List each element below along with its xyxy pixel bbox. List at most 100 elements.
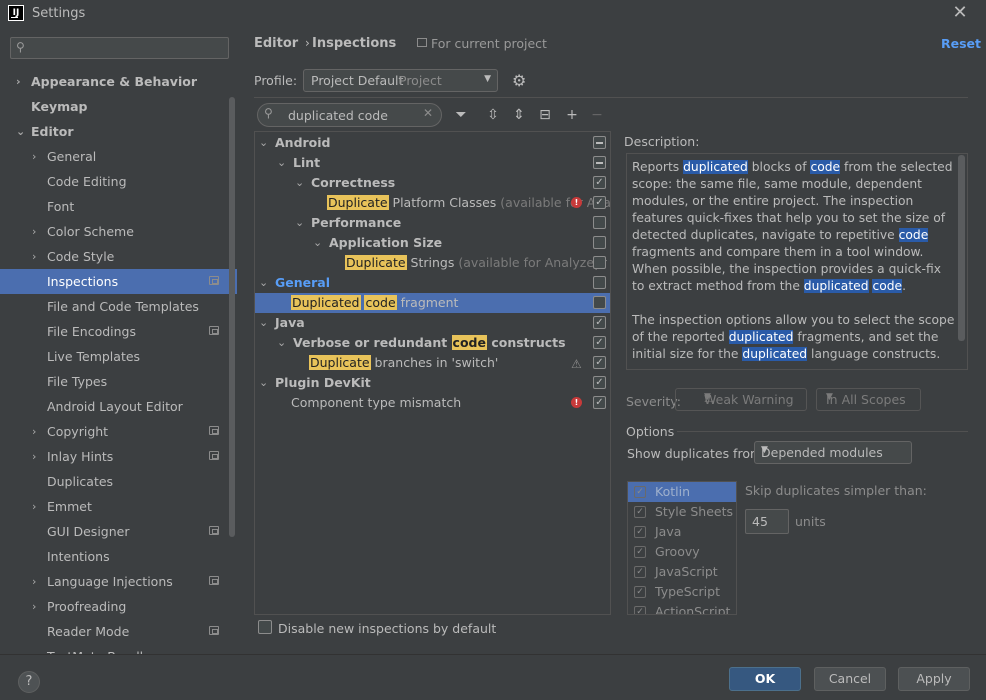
sidebar-item-duplicates[interactable]: Duplicates xyxy=(0,469,237,494)
sidebar-item-proofreading[interactable]: › Proofreading xyxy=(0,594,237,619)
sidebar-item-file-types[interactable]: File Types xyxy=(0,369,237,394)
help-button[interactable]: ? xyxy=(18,671,40,693)
language-item[interactable]: ✓ Style Sheets xyxy=(628,502,736,522)
sidebar-item-file-and-code-templates[interactable]: File and Code Templates xyxy=(0,294,237,319)
chevron-down-icon[interactable]: ⌄ xyxy=(259,313,268,333)
inspection-row[interactable]: ⌄ Performance xyxy=(255,213,610,233)
chevron-right-icon[interactable]: › xyxy=(32,494,44,519)
sidebar-item-textmate-bundles[interactable]: TextMate Bundles xyxy=(0,644,237,654)
inspection-filter-input[interactable]: ⚲ duplicated code ✕ xyxy=(257,103,442,127)
chevron-right-icon[interactable]: › xyxy=(32,244,44,269)
language-item[interactable]: ✓ ActionScript xyxy=(628,602,736,614)
chevron-right-icon[interactable]: › xyxy=(32,569,44,594)
inspection-checkbox[interactable] xyxy=(593,376,606,389)
scope-dropdown[interactable]: In All Scopes ▼ xyxy=(816,388,921,411)
reset-link[interactable]: Reset xyxy=(941,36,981,51)
inspection-row[interactable]: Component type mismatch! xyxy=(255,393,610,413)
inspection-row[interactable]: ⌄ Java xyxy=(255,313,610,333)
chevron-right-icon[interactable]: › xyxy=(16,69,28,94)
inspection-row[interactable]: Duplicate Platform Classes (available fo… xyxy=(255,193,610,213)
chevron-down-icon[interactable]: ⌄ xyxy=(277,333,286,353)
language-item[interactable]: ✓ Groovy xyxy=(628,542,736,562)
disable-new-inspections-checkbox[interactable] xyxy=(258,620,272,634)
expand-all-icon[interactable]: ⇳ xyxy=(483,105,503,125)
inspection-checkbox[interactable] xyxy=(593,396,606,409)
ok-button[interactable]: OK xyxy=(729,667,801,691)
language-item[interactable]: ✓ JavaScript xyxy=(628,562,736,582)
inspection-row[interactable]: Duplicate branches in 'switch' ⚠ xyxy=(255,353,610,373)
chevron-right-icon[interactable]: › xyxy=(32,419,44,444)
inspection-checkbox[interactable] xyxy=(593,136,606,149)
sidebar-item-general[interactable]: › General xyxy=(0,144,237,169)
chevron-right-icon[interactable]: › xyxy=(32,219,44,244)
language-checkbox[interactable]: ✓ xyxy=(634,526,646,538)
inspection-row[interactable]: ⌄ Android xyxy=(255,133,610,153)
sidebar-item-editor[interactable]: ⌄ Editor xyxy=(0,119,237,144)
chevron-down-icon[interactable]: ⌄ xyxy=(16,119,28,144)
disable-new-inspections-label[interactable]: Disable new inspections by default xyxy=(278,621,496,636)
language-checkbox[interactable]: ✓ xyxy=(634,606,646,614)
sidebar-item-intentions[interactable]: Intentions xyxy=(0,544,237,569)
filter-icon[interactable]: ⏷ xyxy=(451,105,471,125)
cancel-button[interactable]: Cancel xyxy=(814,667,886,691)
sidebar-item-code-editing[interactable]: Code Editing xyxy=(0,169,237,194)
inspection-checkbox[interactable] xyxy=(593,316,606,329)
language-checkbox[interactable]: ✓ xyxy=(634,546,646,558)
inspection-row[interactable]: ⌄ Verbose or redundant code constructs xyxy=(255,333,610,353)
inspection-checkbox[interactable] xyxy=(593,196,606,209)
chevron-right-icon[interactable]: › xyxy=(32,144,44,169)
inspection-row[interactable]: Duplicate Strings (available for Analyze… xyxy=(255,253,610,273)
inspection-checkbox[interactable] xyxy=(593,236,606,249)
sidebar-item-keymap[interactable]: Keymap xyxy=(0,94,237,119)
sidebar-item-inspections[interactable]: Inspections xyxy=(0,269,237,294)
breadcrumb-editor[interactable]: Editor xyxy=(254,36,298,51)
chevron-down-icon[interactable]: ⌄ xyxy=(295,173,304,193)
inspection-checkbox[interactable] xyxy=(593,156,606,169)
language-checkbox[interactable]: ✓ xyxy=(634,566,646,578)
gear-icon[interactable]: ⚙ xyxy=(512,71,526,90)
inspection-checkbox[interactable] xyxy=(593,216,606,229)
sidebar-item-color-scheme[interactable]: › Color Scheme xyxy=(0,219,237,244)
collapse-all-icon[interactable]: ⇕ xyxy=(509,105,529,125)
inspection-row[interactable]: ⌄ Lint xyxy=(255,153,610,173)
inspection-checkbox[interactable] xyxy=(593,276,606,289)
language-checkbox[interactable]: ✓ xyxy=(634,586,646,598)
sidebar-item-reader-mode[interactable]: Reader Mode xyxy=(0,619,237,644)
sidebar-scrollbar[interactable] xyxy=(229,97,235,537)
sidebar-item-copyright[interactable]: › Copyright xyxy=(0,419,237,444)
sidebar-item-code-style[interactable]: › Code Style xyxy=(0,244,237,269)
sidebar-item-font[interactable]: Font xyxy=(0,194,237,219)
chevron-down-icon[interactable]: ⌄ xyxy=(259,273,268,293)
sidebar-item-emmet[interactable]: › Emmet xyxy=(0,494,237,519)
inspection-checkbox[interactable] xyxy=(593,256,606,269)
inspection-checkbox[interactable] xyxy=(593,176,606,189)
language-item[interactable]: ✓ TypeScript xyxy=(628,582,736,602)
description-scrollbar[interactable] xyxy=(958,155,965,341)
skip-duplicates-input[interactable]: 45 xyxy=(745,509,789,534)
language-item[interactable]: ✓ Java xyxy=(628,522,736,542)
chevron-down-icon[interactable]: ⌄ xyxy=(259,133,268,153)
inspection-row[interactable]: ⌄ Correctness xyxy=(255,173,610,193)
clear-icon[interactable]: ✕ xyxy=(423,106,433,120)
inspection-row[interactable]: ⌄ Plugin DevKit xyxy=(255,373,610,393)
sidebar-search-input[interactable]: ⚲ xyxy=(10,37,229,59)
inspection-row[interactable]: ⌄ General xyxy=(255,273,610,293)
sidebar-item-gui-designer[interactable]: GUI Designer xyxy=(0,519,237,544)
inspection-checkbox[interactable] xyxy=(593,296,606,309)
chevron-down-icon[interactable]: ⌄ xyxy=(295,213,304,233)
chevron-down-icon[interactable]: ⌄ xyxy=(259,373,268,393)
chevron-down-icon[interactable]: ⌄ xyxy=(313,233,322,253)
apply-button[interactable]: Apply xyxy=(898,667,970,691)
language-checkbox[interactable]: ✓ xyxy=(634,506,646,518)
profile-dropdown[interactable]: Project Default Project ▼ xyxy=(303,69,498,92)
language-checkbox[interactable]: ✓ xyxy=(634,486,646,498)
language-item[interactable]: ✓ Kotlin xyxy=(628,482,736,502)
reset-to-default-icon[interactable]: ⊟ xyxy=(535,105,555,125)
sidebar-item-inlay-hints[interactable]: › Inlay Hints xyxy=(0,444,237,469)
sidebar-item-android-layout-editor[interactable]: Android Layout Editor xyxy=(0,394,237,419)
remove-icon[interactable]: − xyxy=(587,105,607,125)
sidebar-item-appearance-behavior[interactable]: › Appearance & Behavior xyxy=(0,69,237,94)
severity-dropdown[interactable]: ⚠ Weak Warning ▼ xyxy=(675,388,807,411)
add-icon[interactable]: + xyxy=(562,105,582,125)
inspection-row[interactable]: ⌄ Application Size xyxy=(255,233,610,253)
